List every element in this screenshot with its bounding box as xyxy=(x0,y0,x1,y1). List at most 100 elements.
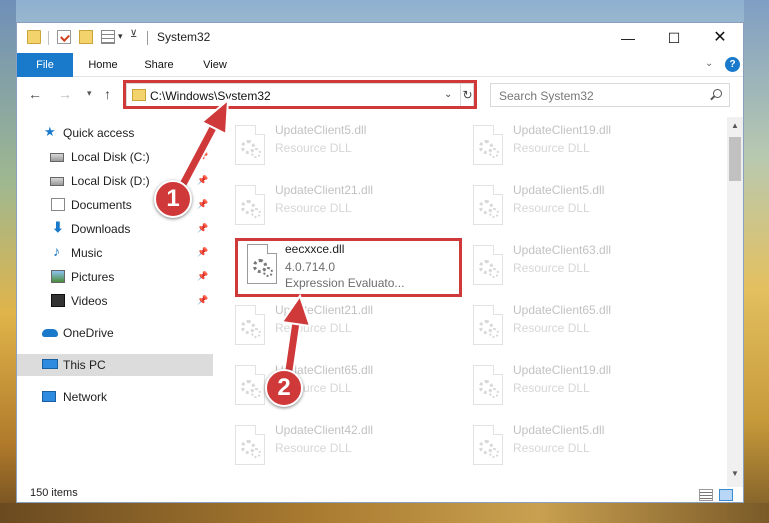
sidebar-item-music[interactable]: ♪ Music 📌 xyxy=(17,242,213,264)
sidebar-item-label: Downloads xyxy=(71,222,131,236)
customize-toolbar-icon[interactable]: ⊻ xyxy=(130,29,137,40)
sidebar-item-quick-access[interactable]: ★ Quick access xyxy=(17,122,213,144)
tab-share[interactable]: Share xyxy=(133,53,185,77)
tab-view[interactable]: View xyxy=(189,53,241,77)
toolbar-separator xyxy=(48,31,49,45)
sidebar-item-downloads[interactable]: ⬇ Downloads 📌 xyxy=(17,218,213,240)
file-type: Resource DLL xyxy=(513,141,590,155)
dll-file-icon xyxy=(473,245,503,285)
dll-file-icon xyxy=(473,425,503,465)
file-item[interactable]: UpdateClient65.dll Resource DLL xyxy=(227,359,447,415)
file-type: Resource DLL xyxy=(513,201,590,215)
network-icon xyxy=(42,391,56,402)
desktop-wallpaper-right xyxy=(744,0,769,523)
chevron-down-icon[interactable]: ▾ xyxy=(118,31,123,42)
file-type: Resource DLL xyxy=(275,321,352,335)
new-folder-icon[interactable] xyxy=(79,30,93,44)
pin-icon: 📌 xyxy=(197,223,209,233)
file-item[interactable]: UpdateClient21.dll Resource DLL xyxy=(227,299,447,355)
details-view-icon[interactable] xyxy=(699,489,713,501)
minimize-button[interactable]: — xyxy=(605,23,651,53)
documents-icon xyxy=(51,198,65,211)
step-2-badge: 2 xyxy=(265,369,303,407)
step-1-badge: 1 xyxy=(154,180,192,218)
file-name: UpdateClient42.dll xyxy=(275,423,374,437)
file-highlight xyxy=(235,238,462,297)
pin-icon: 📌 xyxy=(197,151,209,161)
star-icon: ★ xyxy=(44,124,56,139)
dll-file-icon xyxy=(235,365,265,405)
status-bar: 150 items xyxy=(17,487,743,502)
file-type: Resource DLL xyxy=(513,441,590,455)
file-name: UpdateClient19.dll xyxy=(513,363,612,377)
file-list: UpdateClient5.dll Resource DLL UpdateCli… xyxy=(227,117,727,487)
dll-file-icon xyxy=(235,185,265,225)
tab-home[interactable]: Home xyxy=(77,53,129,77)
dll-file-icon xyxy=(473,185,503,225)
file-type: Resource DLL xyxy=(513,381,590,395)
file-item[interactable]: UpdateClient5.dll Resource DLL xyxy=(227,119,447,175)
file-name: UpdateClient21.dll xyxy=(275,183,374,197)
search-icon[interactable] xyxy=(713,89,722,98)
file-item[interactable]: UpdateClient5.dll Resource DLL xyxy=(465,179,685,235)
large-icons-view-icon[interactable] xyxy=(719,489,733,501)
sidebar-item-label: This PC xyxy=(63,358,106,372)
sidebar-item-local-disk-c[interactable]: Local Disk (C:) 📌 xyxy=(17,146,213,168)
dll-file-icon xyxy=(473,125,503,165)
window-title: System32 xyxy=(157,30,211,44)
downloads-icon: ⬇ xyxy=(52,219,64,235)
sidebar-item-network[interactable]: Network xyxy=(17,386,213,408)
folder-icon xyxy=(27,30,41,44)
pin-icon: 📌 xyxy=(197,199,209,209)
sidebar-item-label: Music xyxy=(71,246,103,260)
sidebar-item-label: Quick access xyxy=(63,126,135,140)
file-item[interactable]: UpdateClient65.dll Resource DLL xyxy=(465,299,685,355)
search-input[interactable]: Search System32 xyxy=(490,83,730,107)
dll-file-icon xyxy=(235,425,265,465)
dll-file-icon xyxy=(235,305,265,345)
drive-icon xyxy=(50,177,64,186)
properties-icon[interactable] xyxy=(57,30,71,44)
onedrive-icon xyxy=(42,329,58,337)
file-item[interactable]: UpdateClient19.dll Resource DLL xyxy=(465,119,685,175)
scrollbar-thumb[interactable] xyxy=(729,137,741,181)
file-type: Resource DLL xyxy=(275,201,352,215)
scroll-up-icon[interactable]: ▲ xyxy=(731,121,739,130)
forward-arrow-icon[interactable]: → xyxy=(58,86,72,102)
file-item[interactable]: UpdateClient21.dll Resource DLL xyxy=(227,179,447,235)
expand-ribbon-icon[interactable]: ⌄ xyxy=(705,58,713,69)
recent-locations-icon[interactable]: ▾ xyxy=(87,88,92,99)
sidebar-item-onedrive[interactable]: OneDrive xyxy=(17,322,213,344)
file-item[interactable]: UpdateClient42.dll Resource DLL xyxy=(227,419,447,475)
file-item[interactable]: UpdateClient19.dll Resource DLL xyxy=(465,359,685,415)
file-item[interactable]: UpdateClient5.dll Resource DLL xyxy=(465,419,685,475)
close-button[interactable]: ✕ xyxy=(697,23,743,53)
file-name: UpdateClient21.dll xyxy=(275,303,374,317)
music-icon: ♪ xyxy=(53,243,60,259)
sidebar-item-this-pc[interactable]: This PC xyxy=(17,354,213,376)
desktop-wallpaper-left xyxy=(0,0,16,523)
maximize-button[interactable]: ☐ xyxy=(651,23,697,53)
item-count: 150 items xyxy=(30,487,78,499)
sidebar-item-videos[interactable]: Videos 📌 xyxy=(17,290,213,312)
title-bar: ▾ ⊻ System32 — ☐ ✕ xyxy=(17,23,743,53)
scroll-down-icon[interactable]: ▼ xyxy=(731,469,739,478)
up-arrow-icon[interactable]: ↑ xyxy=(104,86,111,102)
back-arrow-icon[interactable]: ← xyxy=(28,86,42,102)
file-name: UpdateClient5.dll xyxy=(275,123,367,137)
help-icon[interactable]: ? xyxy=(725,57,740,72)
dll-file-icon xyxy=(235,125,265,165)
navigation-pane: ★ Quick access Local Disk (C:) 📌 Local D… xyxy=(17,117,213,487)
sidebar-item-pictures[interactable]: Pictures 📌 xyxy=(17,266,213,288)
file-item[interactable]: UpdateClient63.dll Resource DLL xyxy=(465,239,685,295)
title-separator xyxy=(147,31,148,45)
file-type: Resource DLL xyxy=(275,141,352,155)
view-options-icon[interactable] xyxy=(101,30,115,44)
file-name: UpdateClient19.dll xyxy=(513,123,612,137)
computer-icon xyxy=(42,359,58,369)
vertical-scrollbar[interactable]: ▲ ▼ xyxy=(727,117,743,487)
pin-icon: 📌 xyxy=(197,295,209,305)
file-type: Resource DLL xyxy=(513,261,590,275)
tab-file[interactable]: File xyxy=(17,53,73,77)
sidebar-item-label: Pictures xyxy=(71,270,115,284)
